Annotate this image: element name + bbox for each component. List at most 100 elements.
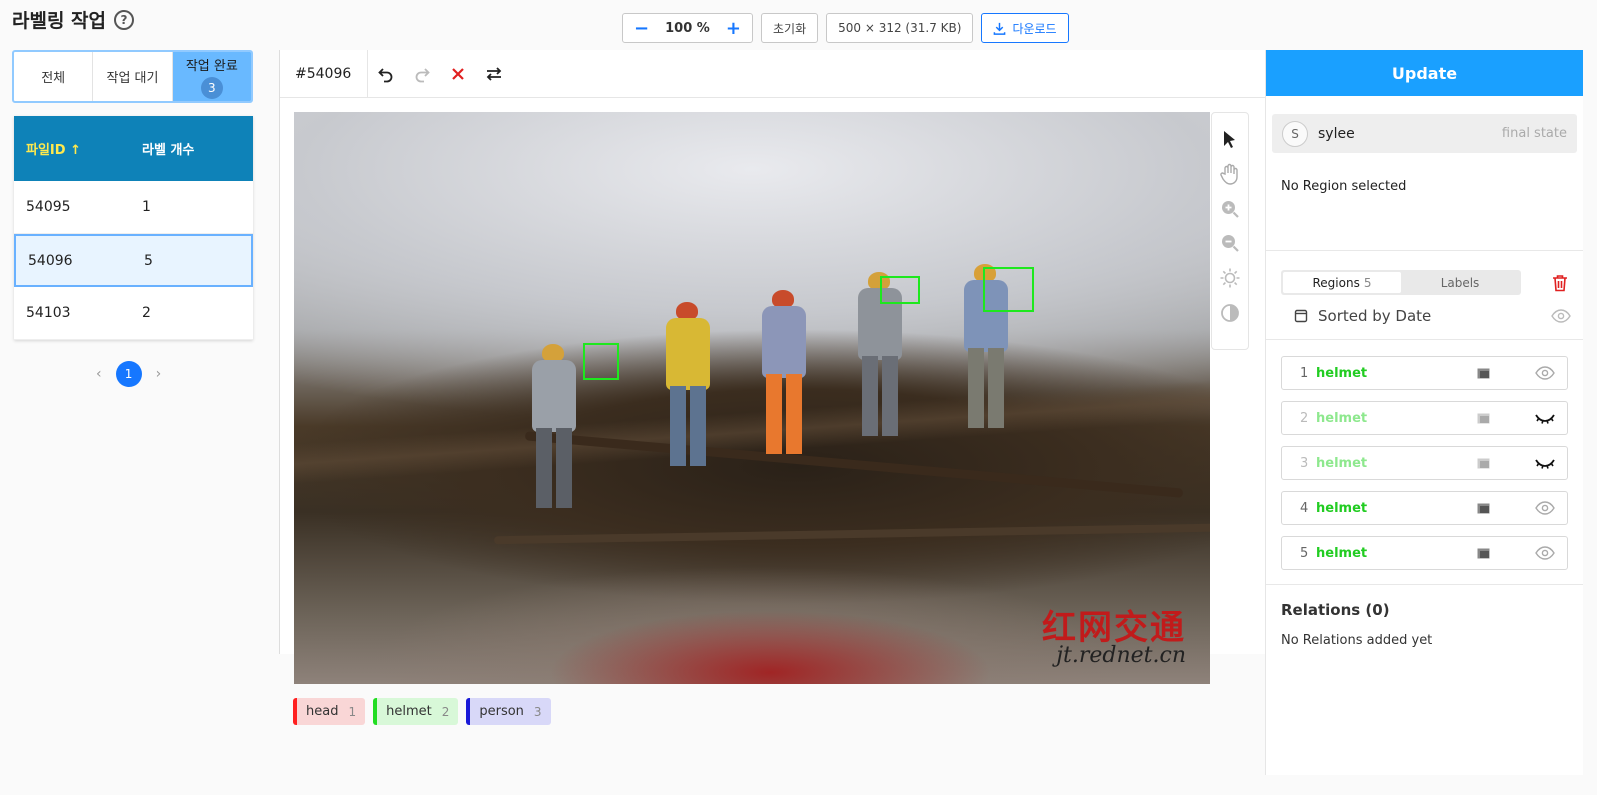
region-label: helmet (1316, 455, 1368, 471)
table-row-selected[interactable]: 54096 5 (14, 234, 253, 287)
pan-hand-icon[interactable] (1220, 163, 1240, 185)
undo-icon[interactable] (368, 65, 404, 83)
help-icon[interactable]: ? (114, 9, 135, 30)
eye-icon[interactable] (1535, 546, 1555, 560)
image-canvas[interactable]: 红网交通 jt.rednet.cn (294, 112, 1210, 684)
image-toolbar: − 100 % + 초기화 500 × 312 (31.7 KB) 다운로드 (622, 13, 1069, 43)
prev-page-button[interactable]: ‹ (96, 366, 102, 382)
file-id: 54096 (28, 252, 73, 269)
task-id: #54096 (280, 49, 369, 98)
relations-section: Relations (0) No Relations added yet (1266, 584, 1583, 648)
user-name: sylee (1318, 125, 1355, 142)
label-count: 2 (142, 305, 151, 321)
zoom-out-button[interactable]: − (628, 18, 655, 39)
region-item[interactable]: 1 helmet (1281, 356, 1568, 390)
image-rail (493, 523, 1210, 545)
download-label: 다운로드 (1012, 21, 1057, 36)
region-item[interactable]: 5 helmet (1281, 536, 1568, 570)
pagination: ‹ 1 › (96, 361, 161, 387)
label-count: 5 (144, 252, 153, 269)
page-title-row: 라벨링 작업 ? (12, 6, 135, 33)
update-button[interactable]: Update (1266, 50, 1583, 96)
legend-item-head[interactable]: head 1 (293, 698, 366, 725)
legend-label: helmet (386, 704, 432, 719)
region-box-helmet[interactable] (880, 276, 920, 304)
region-number: 4 (1300, 500, 1309, 516)
eye-closed-icon[interactable] (1535, 456, 1555, 470)
redo-icon[interactable] (404, 65, 440, 83)
file-id: 54095 (26, 199, 71, 215)
tab-regions-label: Regions (1312, 275, 1360, 290)
tab-all[interactable]: 전체 (14, 52, 94, 101)
tab-label: 전체 (41, 71, 66, 86)
tab-regions[interactable]: Regions 5 (1283, 272, 1401, 293)
swap-icon[interactable] (476, 65, 512, 83)
eye-closed-icon[interactable] (1535, 411, 1555, 425)
download-button[interactable]: 다운로드 (981, 13, 1069, 43)
zoom-in-icon[interactable] (1220, 199, 1240, 219)
reset-button[interactable]: 초기화 (761, 13, 819, 43)
region-number: 2 (1300, 410, 1309, 426)
label-legend: head 1 helmet 2 person 3 (293, 698, 551, 725)
delete-all-icon[interactable] (440, 66, 476, 82)
zoom-in-button[interactable]: + (720, 18, 747, 39)
contrast-icon[interactable] (1220, 303, 1240, 323)
region-item[interactable]: 2 helmet (1281, 401, 1568, 435)
region-box-helmet[interactable] (983, 267, 1034, 312)
app-root: 라벨링 작업 ? − 100 % + 초기화 500 × 312 (31.7 K… (0, 0, 1597, 795)
page-1-button[interactable]: 1 (115, 361, 142, 387)
file-table: 파일ID ↑ 라벨 개수 54095 1 54096 5 54103 2 (14, 116, 253, 340)
tab-pending[interactable]: 작업 대기 (93, 52, 173, 101)
next-page-button[interactable]: › (156, 366, 162, 382)
sort-label: Sorted by Date (1318, 307, 1432, 325)
column-header-file-id[interactable]: 파일ID ↑ (14, 139, 142, 158)
rectangle-icon (1477, 548, 1490, 558)
legend-count: 3 (533, 704, 542, 719)
eye-icon[interactable] (1535, 501, 1555, 515)
rectangle-icon (1477, 413, 1490, 423)
region-item[interactable]: 4 helmet (1281, 491, 1568, 525)
tab-label: 작업 완료 (185, 58, 238, 74)
count-badge: 3 (200, 76, 223, 99)
eye-icon[interactable] (1535, 366, 1555, 380)
region-box-helmet[interactable] (583, 343, 619, 380)
annotation-state: final state (1501, 126, 1567, 141)
select-pointer-icon[interactable] (1221, 129, 1239, 149)
annotation-editor: #54096 红网交通 jt.rednet.cn (279, 49, 1265, 684)
legend-label: head (306, 704, 339, 719)
zoom-out-icon[interactable] (1220, 233, 1240, 253)
brightness-icon[interactable] (1219, 267, 1241, 289)
region-label: helmet (1316, 410, 1368, 426)
table-row[interactable]: 54103 2 (14, 287, 253, 340)
image-info: 500 × 312 (31.7 KB) (826, 13, 974, 43)
sort-icon (1294, 309, 1308, 323)
eye-icon[interactable] (1551, 309, 1571, 323)
region-number: 1 (1300, 365, 1309, 381)
rectangle-icon (1477, 458, 1490, 468)
image-rock-band (294, 379, 1210, 485)
tab-done[interactable]: 작업 완료 3 (172, 52, 251, 101)
legend-item-person[interactable]: person 3 (466, 698, 551, 725)
annotation-user: S sylee final state (1272, 114, 1577, 153)
trash-icon[interactable] (1552, 274, 1568, 292)
table-row[interactable]: 54095 1 (14, 181, 253, 234)
label-count: 1 (142, 199, 151, 215)
relations-title: Relations (0) (1281, 601, 1390, 619)
canvas-tools (1211, 112, 1249, 350)
column-header-label-count[interactable]: 라벨 개수 (142, 139, 194, 158)
rectangle-icon (1477, 368, 1490, 378)
tab-labels[interactable]: Labels (1401, 272, 1519, 293)
region-item[interactable]: 3 helmet (1281, 446, 1568, 480)
image-watermark: 红网交通 jt.rednet.cn (1042, 600, 1186, 668)
download-icon (994, 22, 1006, 35)
tab-labels-label: Labels (1440, 275, 1480, 290)
sort-control[interactable]: Sorted by Date (1266, 295, 1583, 340)
regions-header: Regions 5 Labels (1266, 251, 1583, 295)
legend-item-helmet[interactable]: helmet 2 (373, 698, 459, 725)
legend-count: 2 (441, 704, 450, 719)
legend-label: person (479, 704, 524, 719)
watermark-brand: 红网交通 (1042, 608, 1186, 648)
right-sidebar: Update S sylee final state No Region sel… (1265, 50, 1583, 775)
regions-labels-switch: Regions 5 Labels (1281, 270, 1521, 295)
relations-empty: No Relations added yet (1281, 633, 1433, 648)
